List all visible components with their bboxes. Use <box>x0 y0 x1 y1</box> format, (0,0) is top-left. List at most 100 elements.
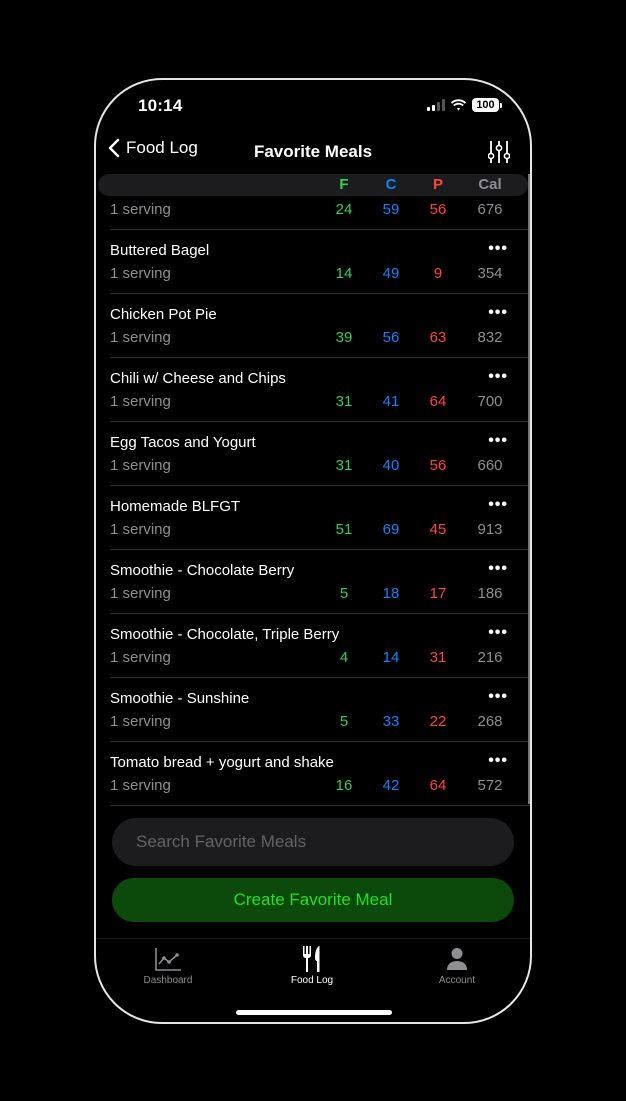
meal-fat: 14 <box>335 265 353 282</box>
meal-calories: 268 <box>477 713 503 730</box>
meal-name: Chicken Pot Pie <box>110 306 217 323</box>
meal-serving: 1 serving <box>110 457 171 474</box>
phone-screen: 10:14 100 Food Log Favorite Meals F C P … <box>94 78 532 1024</box>
meal-protein: 64 <box>429 777 447 794</box>
meal-protein: 63 <box>429 329 447 346</box>
search-input[interactable] <box>112 818 514 866</box>
meal-carbs: 42 <box>382 777 400 794</box>
scrollbar[interactable] <box>528 174 530 804</box>
column-calories: Cal <box>478 176 502 193</box>
tab-dashboard[interactable]: Dashboard <box>118 945 218 986</box>
meal-carbs: 69 <box>382 521 400 538</box>
meal-calories: 660 <box>477 457 503 474</box>
meal-protein: 22 <box>429 713 447 730</box>
status-time: 10:14 <box>138 96 183 115</box>
meal-serving: 1 serving <box>110 201 171 218</box>
meal-protein: 56 <box>429 457 447 474</box>
meal-protein: 45 <box>429 521 447 538</box>
meal-row[interactable]: Homemade BLFGT ••• 1 serving 51 69 45 913 <box>110 486 530 550</box>
column-protein: P <box>432 176 443 193</box>
meal-serving: 1 serving <box>110 777 171 794</box>
meal-name: Egg Tacos and Yogurt <box>110 434 256 451</box>
meal-row[interactable]: Smoothie - Sunshine ••• 1 serving 5 33 22 268 <box>110 678 530 742</box>
meal-name: Tomato bread + yogurt and shake <box>110 754 334 771</box>
meal-serving: 1 serving <box>110 265 171 282</box>
meal-carbs: 49 <box>382 265 400 282</box>
meal-carbs: 59 <box>382 201 400 218</box>
meal-name: Buttered Bagel <box>110 242 210 259</box>
more-options-button[interactable]: ••• <box>488 752 508 770</box>
meal-name: Smoothie - Sunshine <box>110 690 250 707</box>
more-options-button[interactable]: ••• <box>488 560 508 578</box>
more-options-button[interactable]: ••• <box>488 624 508 642</box>
filter-button[interactable] <box>487 140 511 169</box>
column-carbs: C <box>385 176 397 193</box>
tab-label: Account <box>438 975 476 986</box>
more-options-button[interactable]: ••• <box>488 240 508 258</box>
column-fat: F <box>339 176 349 193</box>
meal-fat: 5 <box>339 585 349 602</box>
tab-label: Food Log <box>290 975 334 986</box>
meal-carbs: 41 <box>382 393 400 410</box>
meal-calories: 832 <box>477 329 503 346</box>
meal-calories: 676 <box>477 201 503 218</box>
meal-carbs: 56 <box>382 329 400 346</box>
meal-name: Homemade BLFGT <box>110 498 241 515</box>
meal-fat: 51 <box>335 521 353 538</box>
meal-fat: 31 <box>335 457 353 474</box>
cellular-signal-icon <box>427 99 445 111</box>
tab-label: Dashboard <box>143 975 193 986</box>
meal-row[interactable]: 1 serving 24 59 56 676 <box>110 196 530 230</box>
meal-serving: 1 serving <box>110 329 171 346</box>
meal-fat: 5 <box>339 713 349 730</box>
meal-row[interactable]: Chili w/ Cheese and Chips ••• 1 serving 31 4… <box>110 358 530 422</box>
meal-serving: 1 serving <box>110 649 171 666</box>
meal-serving: 1 serving <box>110 713 171 730</box>
meal-serving: 1 serving <box>110 585 171 602</box>
navigation-bar: Food Log Favorite Meals <box>96 138 530 168</box>
more-options-button[interactable]: ••• <box>488 496 508 514</box>
meal-row[interactable]: Egg Tacos and Yogurt ••• 1 serving 31 40 56 66… <box>110 422 530 486</box>
more-options-button[interactable]: ••• <box>488 304 508 322</box>
meal-serving: 1 serving <box>110 393 171 410</box>
battery-level: 100 <box>472 98 499 112</box>
meal-fat: 39 <box>335 329 353 346</box>
meal-protein: 17 <box>429 585 447 602</box>
meal-row[interactable]: Smoothie - Chocolate, Triple Berry ••• 1 s… <box>110 614 530 678</box>
meal-row[interactable]: Buttered Bagel ••• 1 serving 14 49 9 354 <box>110 230 530 294</box>
more-options-button[interactable]: ••• <box>488 688 508 706</box>
meal-carbs: 18 <box>382 585 400 602</box>
page-title: Favorite Meals <box>253 142 373 161</box>
tab-food-log[interactable]: Food Log <box>262 945 362 986</box>
person-icon <box>447 948 467 970</box>
meal-calories: 216 <box>477 649 503 666</box>
meal-calories: 913 <box>477 521 503 538</box>
fork-knife-icon <box>303 946 320 972</box>
favorite-meals-list[interactable]: 1 serving 24 59 56 676 Buttered Bagel •••… <box>96 196 530 808</box>
meal-fat: 31 <box>335 393 353 410</box>
meal-calories: 354 <box>477 265 503 282</box>
more-options-button[interactable]: ••• <box>488 432 508 450</box>
meal-name: Smoothie - Chocolate, Triple Berry <box>110 626 340 643</box>
meal-fat: 16 <box>335 777 353 794</box>
status-bar: 10:14 100 <box>96 94 530 120</box>
meal-serving: 1 serving <box>110 521 171 538</box>
tab-account[interactable]: Account <box>407 945 507 986</box>
battery-icon: 100 <box>472 98 502 112</box>
meal-row[interactable]: Tomato bread + yogurt and shake ••• 1 serv… <box>110 742 530 806</box>
macro-column-header: F C P Cal <box>98 174 528 196</box>
meal-carbs: 40 <box>382 457 400 474</box>
tab-bar: Dashboard Food Log Account <box>96 938 530 1022</box>
meal-calories: 572 <box>477 777 503 794</box>
meal-protein: 31 <box>429 649 447 666</box>
meal-calories: 186 <box>477 585 503 602</box>
meal-fat: 4 <box>339 649 349 666</box>
meal-row[interactable]: Smoothie - Chocolate Berry ••• 1 serving 5 1… <box>110 550 530 614</box>
meal-carbs: 14 <box>382 649 400 666</box>
home-indicator[interactable] <box>236 1010 392 1015</box>
meal-protein: 56 <box>429 201 447 218</box>
meal-row[interactable]: Chicken Pot Pie ••• 1 serving 39 56 63 832 <box>110 294 530 358</box>
create-favorite-meal-button[interactable]: Create Favorite Meal <box>112 878 514 922</box>
more-options-button[interactable]: ••• <box>488 368 508 386</box>
meal-calories: 700 <box>477 393 503 410</box>
